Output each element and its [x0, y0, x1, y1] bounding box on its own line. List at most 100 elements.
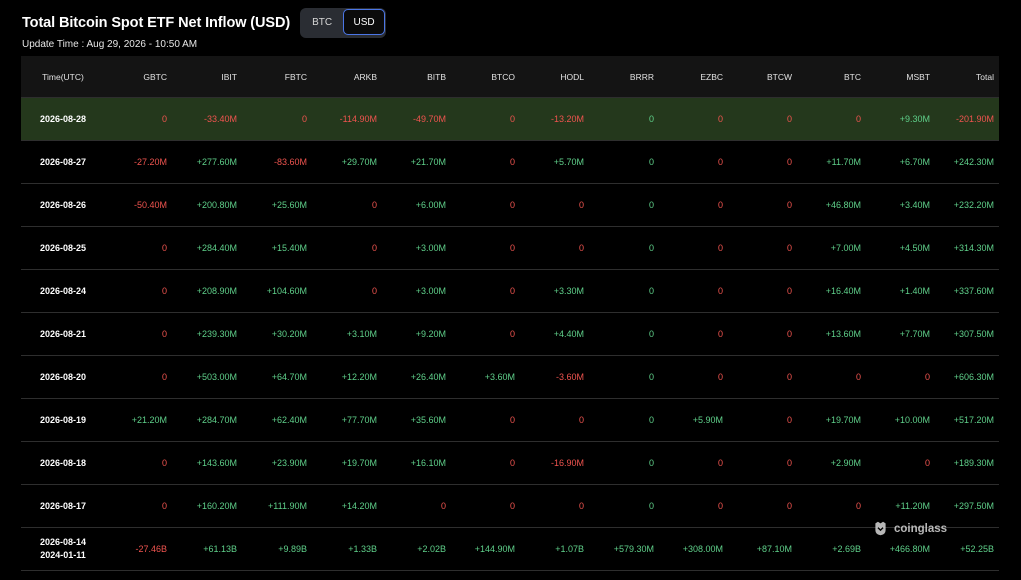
flow-cell-brrr: 0 [589, 312, 659, 356]
flow-cell-brrr: 0 [589, 183, 659, 227]
flow-cell-ezbc: +5.90M [659, 398, 728, 442]
column-header-total[interactable]: Total [935, 56, 999, 98]
column-header-bitb[interactable]: BITB [382, 56, 451, 98]
flow-cell-bitb: +26.40M [382, 355, 451, 399]
flow-cell-ezbc: 0 [659, 226, 728, 270]
column-header-ibit[interactable]: IBIT [172, 56, 242, 98]
column-header-fbtc[interactable]: FBTC [242, 56, 312, 98]
flow-cell-msbt: +9.30M [866, 97, 935, 141]
flow-cell-gbtc: 0 [105, 484, 172, 528]
table-row: 2026-08-19 +21.20M +284.70M +62.40M +77.70M +… [21, 398, 999, 442]
row-date: 2026-08-25 [39, 242, 87, 253]
table-row: 2026-08-17 0 +160.20M +111.90M +14.20M 0 0 0 0 0 0… [21, 484, 999, 528]
flow-cell-gbtc: -50.40M [105, 183, 172, 227]
flow-cell-arkb: +12.20M [312, 355, 382, 399]
flow-cell-brrr: 0 [589, 269, 659, 313]
flow-cell-fbtc: +23.90M [242, 441, 312, 485]
flow-cell-total: +337.60M [935, 269, 999, 313]
flow-cell-ibit: +208.90M [172, 269, 242, 313]
update-time: Update Time : Aug 29, 2026 - 10:50 AM [22, 39, 198, 50]
toggle-usd-button[interactable]: USD [343, 9, 386, 35]
flow-cell-gbtc: -27.46B [105, 527, 172, 571]
column-header-arkb[interactable]: ARKB [312, 56, 382, 98]
row-date: 2024-01-11 [40, 550, 86, 560]
flow-cell-bitb: +16.10M [382, 441, 451, 485]
table-row: 2026-08-27 -27.20M +277.60M -83.60M +29.70M +… [21, 140, 999, 184]
column-header-btco[interactable]: BTCO [451, 56, 520, 98]
flow-cell-bitb: +6.00M [382, 183, 451, 227]
row-date: 2026-08-24 [39, 285, 87, 296]
flow-cell-ezbc: +308.00M [659, 527, 728, 571]
table-row: 2026-08-24 0 +208.90M +104.60M 0 +3.00M 0 +3.30… [21, 269, 999, 313]
column-header-btc[interactable]: BTC [797, 56, 866, 98]
flow-cell-hodl: 0 [520, 226, 589, 270]
column-header-btcw[interactable]: BTCW [728, 56, 797, 98]
flow-cell-brrr: 0 [589, 398, 659, 442]
flow-cell-arkb: -114.90M [312, 97, 382, 141]
flow-cell-btc: +46.80M [797, 183, 866, 227]
flow-cell-fbtc: +64.70M [242, 355, 312, 399]
column-header-hodl[interactable]: HODL [520, 56, 589, 98]
column-header-msbt[interactable]: MSBT [866, 56, 935, 98]
flow-cell-bitb: +2.02B [382, 527, 451, 571]
flow-cell-bitb: -49.70M [382, 97, 451, 141]
flow-cell-btcw: +87.10M [728, 527, 797, 571]
flow-cell-btc: +2.90M [797, 441, 866, 485]
table-row: 2026-08-20 0 +503.00M +64.70M +12.20M +26.40M… [21, 355, 999, 399]
column-header-time-utc[interactable]: Time(UTC) [21, 56, 105, 98]
flow-cell-hodl: 0 [520, 183, 589, 227]
flow-cell-brrr: +579.30M [589, 527, 659, 571]
column-header-brrr[interactable]: BRRR [589, 56, 659, 98]
flow-cell-gbtc: 0 [105, 269, 172, 313]
row-date: 2026-08-17 [39, 500, 87, 511]
flow-cell-brrr: 0 [589, 441, 659, 485]
flow-cell-total: +189.30M [935, 441, 999, 485]
row-date-cell: 2026-08-21 [21, 312, 105, 356]
flow-cell-ibit: +284.40M [172, 226, 242, 270]
flow-cell-btco: +3.60M [451, 355, 520, 399]
flow-cell-gbtc: 0 [105, 312, 172, 356]
flow-cell-hodl: +1.07B [520, 527, 589, 571]
etf-flow-table-container: Time(UTC) GBTC IBIT FBTC ARKB BITB BTCO HODL BRR… [21, 56, 999, 571]
flow-cell-btco: +144.90M [451, 527, 520, 571]
flow-cell-ibit: +503.00M [172, 355, 242, 399]
flow-cell-arkb: 0 [312, 269, 382, 313]
flow-cell-fbtc: +9.89B [242, 527, 312, 571]
flow-cell-hodl: -16.90M [520, 441, 589, 485]
flow-cell-fbtc: +25.60M [242, 183, 312, 227]
row-date-cell: 2026-08-14 2024-01-11 [21, 527, 105, 571]
flow-cell-arkb: +14.20M [312, 484, 382, 528]
flow-cell-arkb: +1.33B [312, 527, 382, 571]
flow-cell-btcw: 0 [728, 355, 797, 399]
header: Total Bitcoin Spot ETF Net Inflow (USD) … [22, 8, 387, 38]
table-row: 2026-08-26 -50.40M +200.80M +25.60M 0 +6.00M 0… [21, 183, 999, 227]
row-date: 2026-08-21 [39, 328, 87, 339]
flow-cell-ezbc: 0 [659, 441, 728, 485]
row-date: 2026-08-28 [39, 113, 87, 124]
flow-cell-btc: 0 [797, 484, 866, 528]
flow-cell-btco: 0 [451, 183, 520, 227]
flow-cell-ibit: +284.70M [172, 398, 242, 442]
flow-cell-ezbc: 0 [659, 140, 728, 184]
column-header-ezbc[interactable]: EZBC [659, 56, 728, 98]
flow-cell-hodl: -13.20M [520, 97, 589, 141]
flow-cell-btco: 0 [451, 226, 520, 270]
flow-cell-bitb: +3.00M [382, 226, 451, 270]
flow-cell-brrr: 0 [589, 484, 659, 528]
etf-flow-page: Total Bitcoin Spot ETF Net Inflow (USD) … [0, 0, 1021, 580]
page-title: Total Bitcoin Spot ETF Net Inflow (USD) [22, 15, 291, 31]
toggle-btc-button[interactable]: BTC [301, 9, 343, 35]
flow-cell-msbt: +4.50M [866, 226, 935, 270]
flow-cell-bitb: +35.60M [382, 398, 451, 442]
flow-cell-hodl: +4.40M [520, 312, 589, 356]
flow-cell-btc: +7.00M [797, 226, 866, 270]
column-header-gbtc[interactable]: GBTC [105, 56, 172, 98]
flow-cell-arkb: +29.70M [312, 140, 382, 184]
flow-cell-btcw: 0 [728, 269, 797, 313]
currency-toggle: BTC USD [300, 8, 387, 38]
flow-cell-msbt: 0 [866, 441, 935, 485]
flow-cell-btc: 0 [797, 97, 866, 141]
flow-cell-btc: +16.40M [797, 269, 866, 313]
flow-cell-brrr: 0 [589, 355, 659, 399]
flow-cell-ibit: +61.13B [172, 527, 242, 571]
